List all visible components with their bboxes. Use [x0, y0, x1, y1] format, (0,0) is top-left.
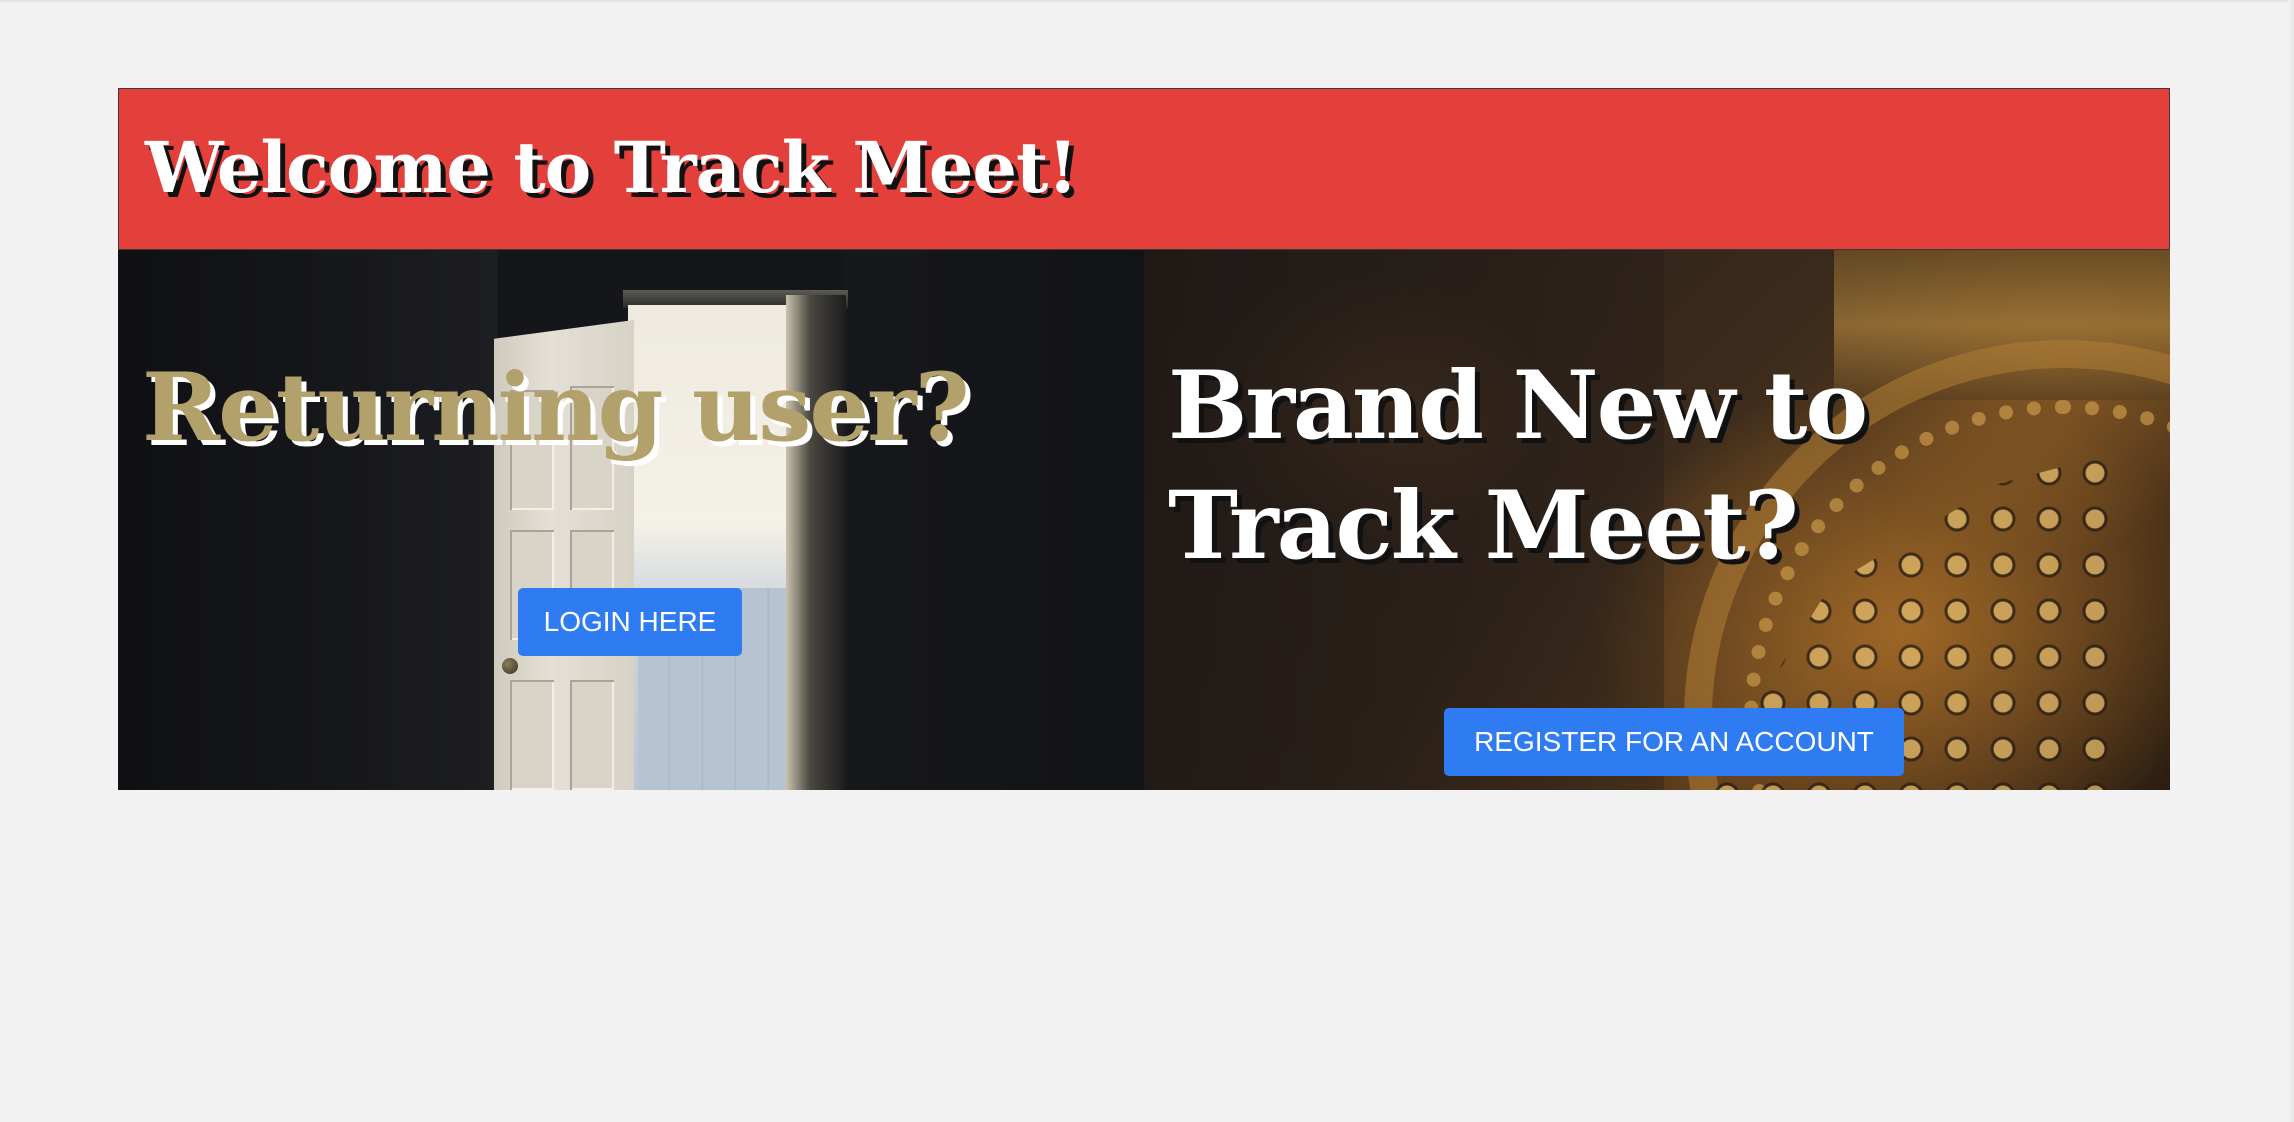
top-divider — [0, 0, 2294, 2]
new-user-panel: Brand New to Track Meet? REGISTER FOR AN… — [1144, 250, 2170, 790]
background-wall — [118, 250, 498, 790]
brand-new-heading-line-2: Track Meet? — [1168, 471, 1799, 581]
returning-user-heading: Returning user? — [142, 353, 970, 463]
background-wall-right — [846, 250, 1144, 790]
door-panel — [570, 680, 614, 790]
window-edge — [2288, 0, 2294, 1122]
returning-user-panel: Returning user? LOGIN HERE — [118, 250, 1144, 790]
login-button[interactable]: LOGIN HERE — [518, 588, 742, 656]
welcome-banner: Welcome to Track Meet! — [118, 88, 2170, 250]
door-panel — [510, 680, 554, 790]
brand-new-heading-line-1: Brand New to — [1168, 351, 1868, 461]
door-knob — [502, 658, 518, 674]
page: Welcome to Track Meet! Returning user? L… — [0, 0, 2294, 1122]
register-button[interactable]: REGISTER FOR AN ACCOUNT — [1444, 708, 1904, 776]
brand-new-heading: Brand New to Track Meet? — [1168, 346, 1868, 586]
main-container: Welcome to Track Meet! Returning user? L… — [118, 88, 2170, 790]
page-title: Welcome to Track Meet! — [145, 126, 1078, 209]
